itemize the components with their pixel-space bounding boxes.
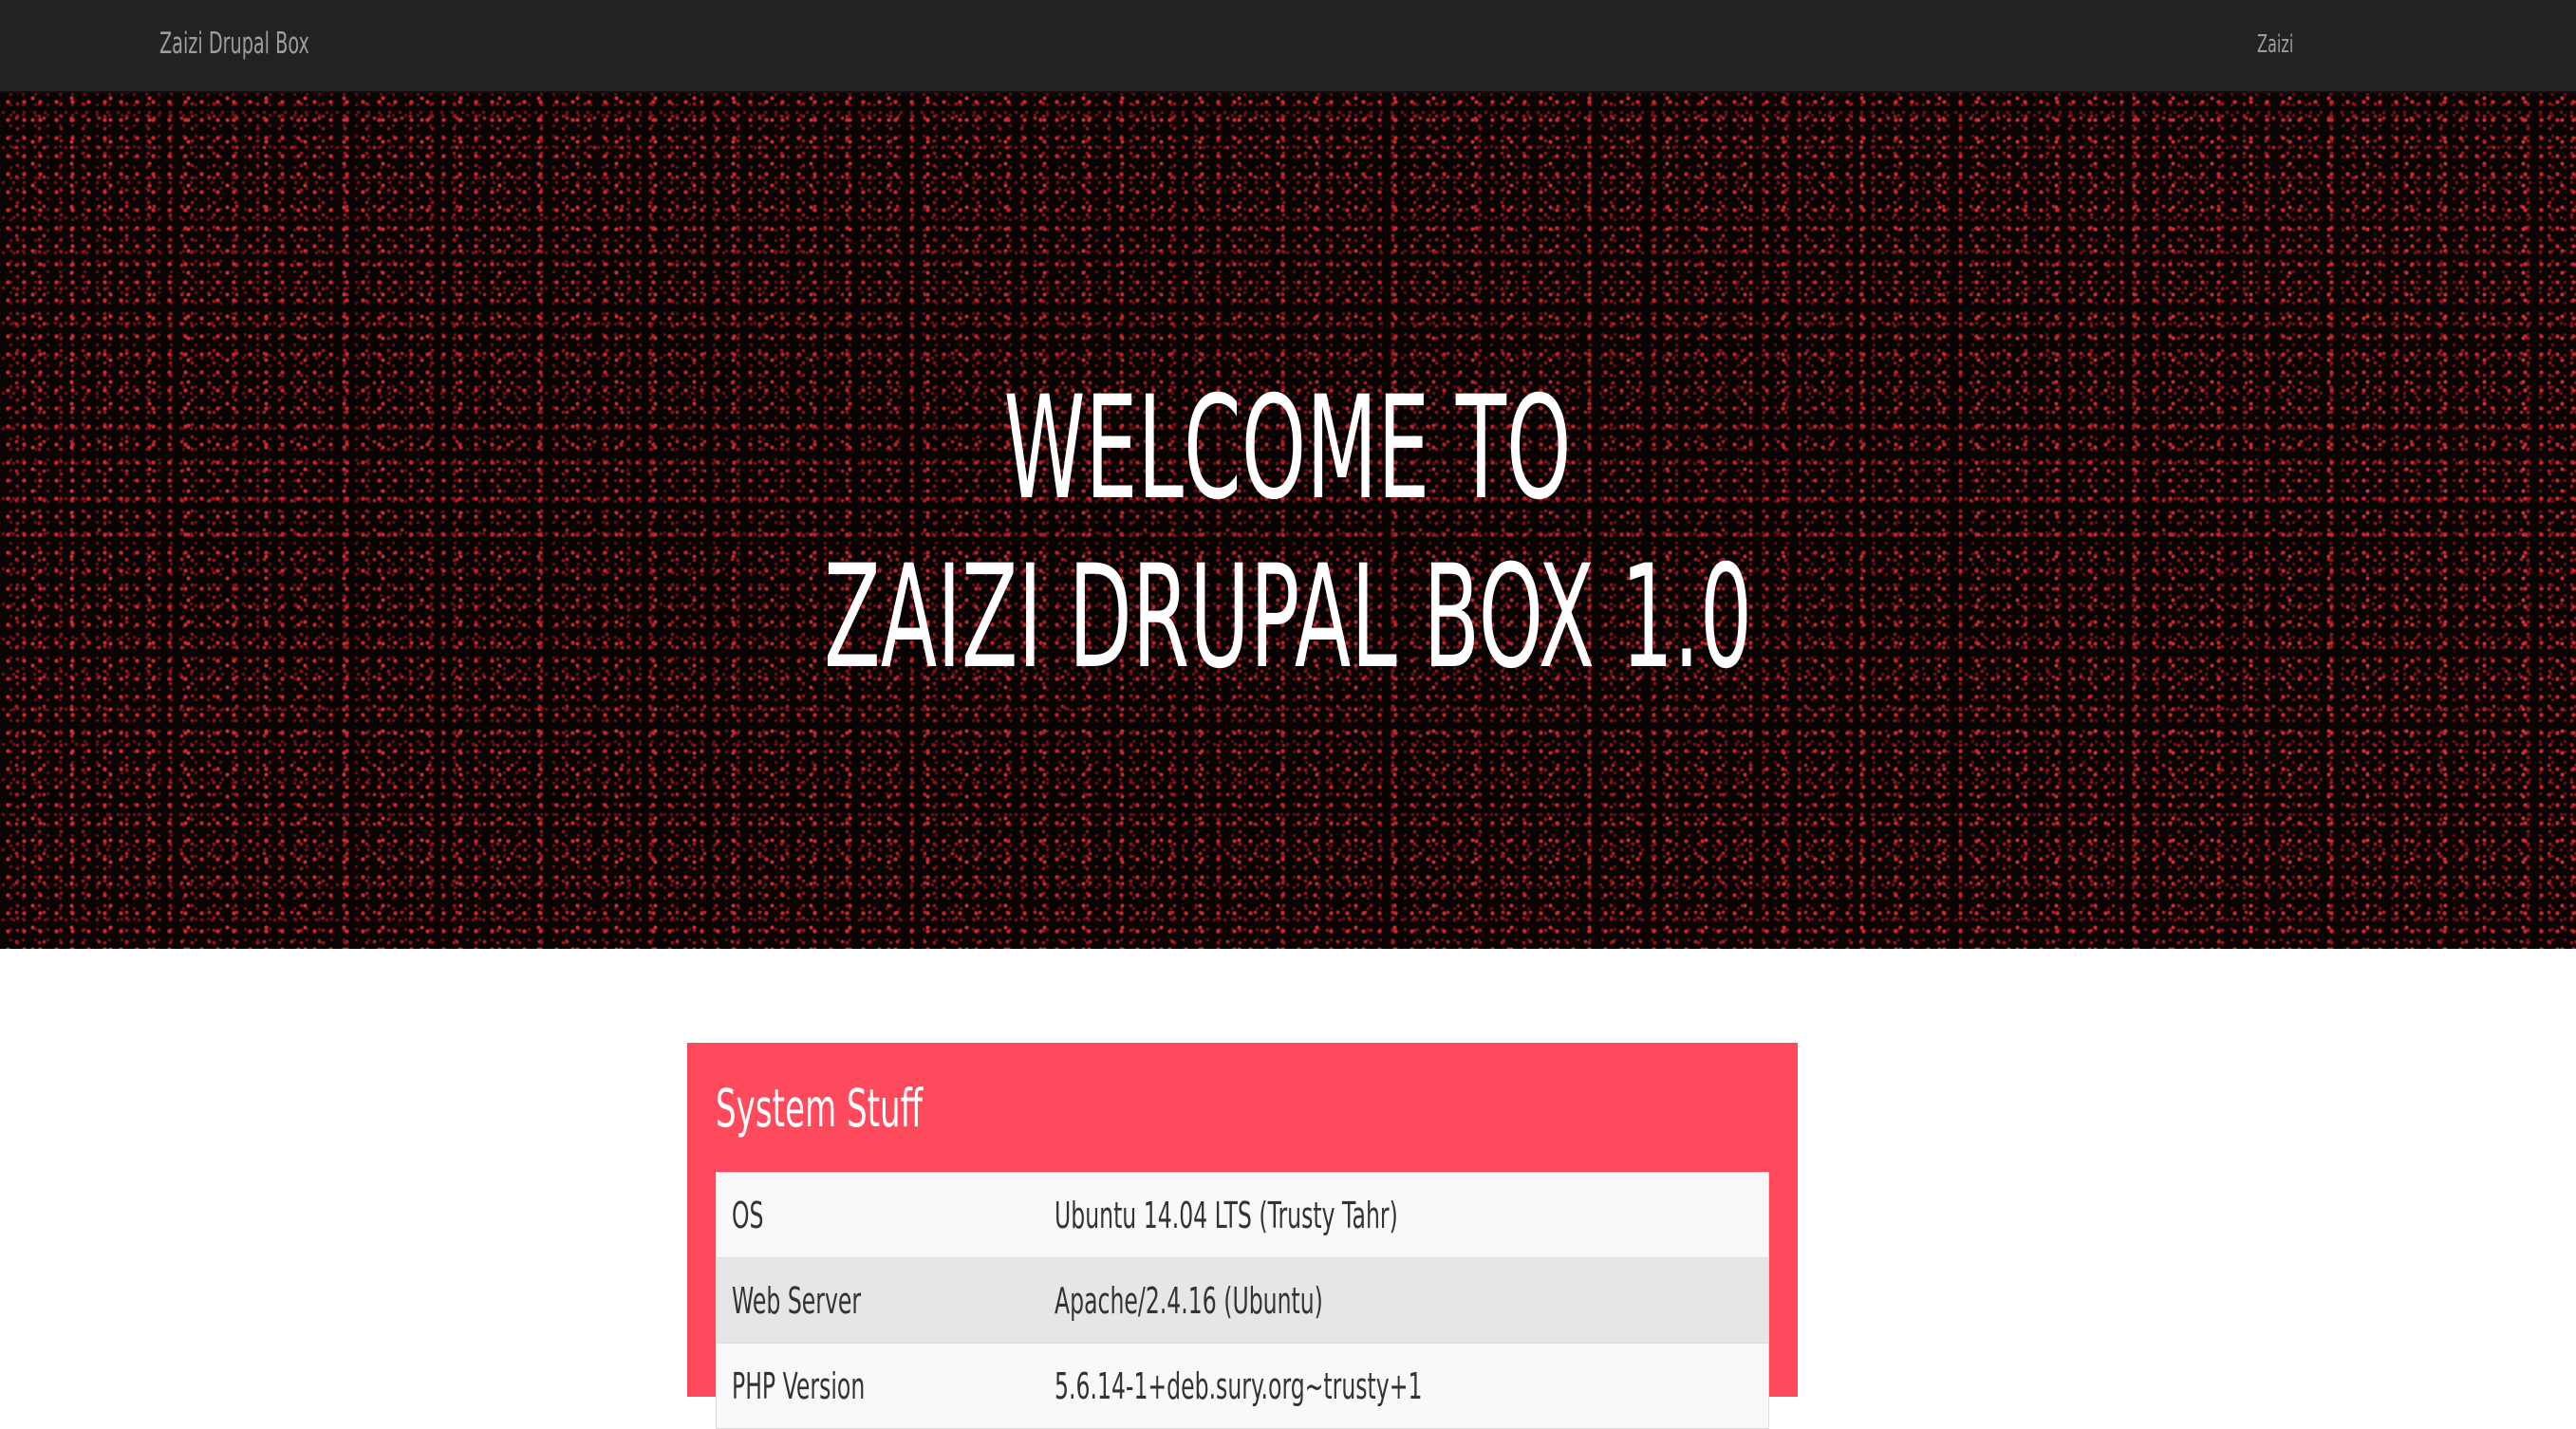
hero-heading-line-2-text: ZAIZI DRUPAL BOX 1.0	[823, 535, 1753, 700]
hero-heading-line-1-text: WELCOME TO	[1004, 366, 1572, 531]
os-label: OS	[732, 1194, 764, 1236]
top-navbar: Zaizi Drupal Box Zaizi	[0, 0, 2576, 93]
php-version-value: 5.6.14-1+deb.sury.org~trusty+1	[1054, 1364, 1422, 1407]
panel-title: System Stuff	[716, 1078, 924, 1139]
row-label: PHP Version	[716, 1343, 1039, 1429]
row-value: 5.6.14-1+deb.sury.org~trusty+1	[1038, 1343, 1769, 1429]
row-value: Apache/2.4.16 (Ubuntu)	[1038, 1257, 1769, 1344]
web-server-value: Apache/2.4.16 (Ubuntu)	[1054, 1279, 1323, 1322]
table-row: Web Server Apache/2.4.16 (Ubuntu)	[716, 1257, 1769, 1344]
system-info-table: OS Ubuntu 14.04 LTS (Trusty Tahr) Web Se…	[716, 1172, 1769, 1429]
row-label: Web Server	[716, 1257, 1039, 1344]
table-row: PHP Version 5.6.14-1+deb.sury.org~trusty…	[716, 1343, 1769, 1429]
os-value: Ubuntu 14.04 LTS (Trusty Tahr)	[1054, 1194, 1398, 1236]
nav-link-zaizi[interactable]: Zaizi	[2257, 30, 2293, 59]
system-stuff-panel: System Stuff OS Ubuntu 14.04 LTS (Trusty…	[687, 1043, 1798, 1429]
hero-heading-line-1: WELCOME TO	[0, 378, 2576, 520]
table-row: OS Ubuntu 14.04 LTS (Trusty Tahr)	[716, 1172, 1769, 1258]
row-value: Ubuntu 14.04 LTS (Trusty Tahr)	[1038, 1172, 1769, 1258]
web-server-label: Web Server	[732, 1279, 862, 1322]
hero-heading-line-2: ZAIZI DRUPAL BOX 1.0	[0, 547, 2576, 689]
row-label: OS	[716, 1172, 1039, 1258]
brand-link[interactable]: Zaizi Drupal Box	[159, 27, 309, 61]
php-version-label: PHP Version	[732, 1364, 866, 1407]
hero-banner: WELCOME TO ZAIZI DRUPAL BOX 1.0	[0, 93, 2576, 949]
